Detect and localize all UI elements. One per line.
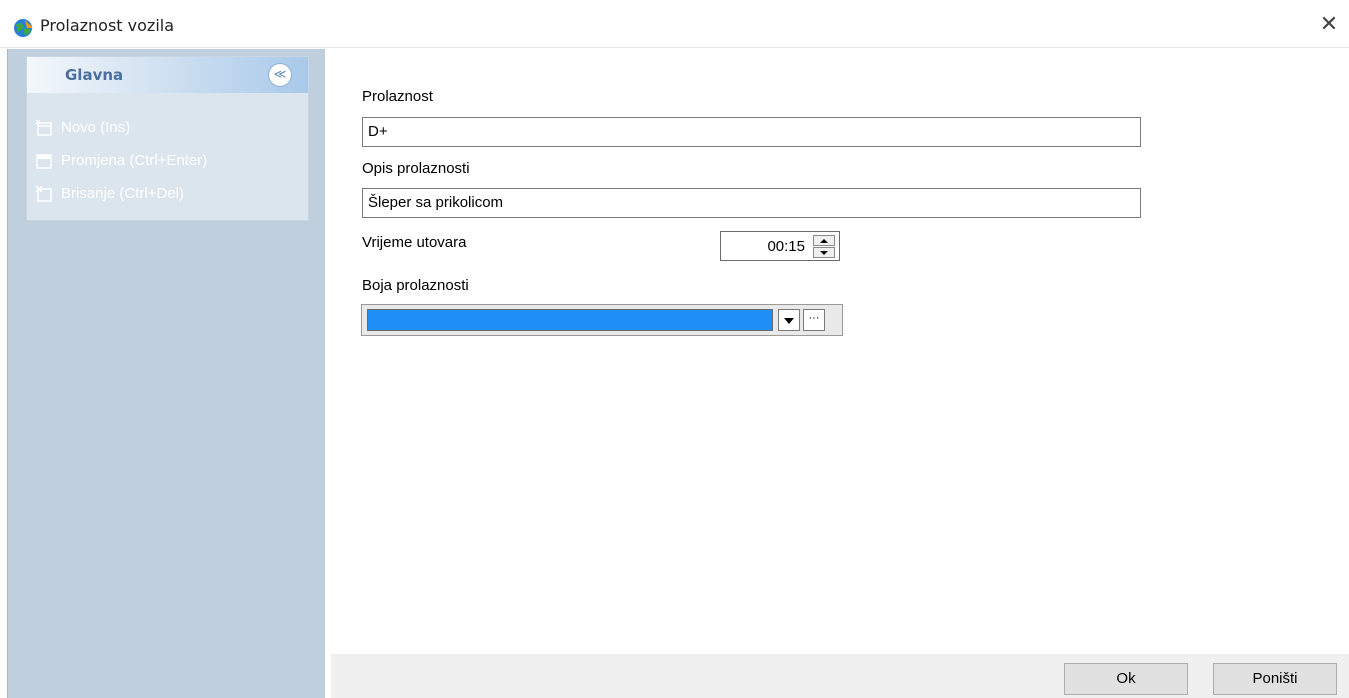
vrijeme-label: Vrijeme utovara	[362, 234, 467, 251]
task-group-header[interactable]: Glavna ≪	[27, 57, 308, 93]
title-bar: Prolaznost vozila ✕	[0, 0, 1349, 48]
task-item-label: Brisanje (Ctrl+Del)	[61, 185, 184, 202]
collapse-button[interactable]: ≪	[268, 63, 292, 87]
color-more-button[interactable]: ···	[803, 309, 825, 331]
chevron-up-icon: ≪	[273, 67, 287, 81]
opis-label: Opis prolaznosti	[362, 160, 470, 177]
vrijeme-time-spinner[interactable]: 00:15	[720, 231, 840, 261]
prolaznost-input[interactable]: D+	[362, 117, 1141, 147]
task-item-label: Promjena (Ctrl+Enter)	[61, 152, 208, 169]
button-bar: Ok Poništi	[331, 654, 1349, 698]
task-pane: Glavna ≪ Novo (Ins) Promjena (Ctrl+Enter…	[7, 49, 325, 698]
spin-up-button[interactable]	[813, 235, 835, 246]
color-swatch[interactable]	[367, 309, 773, 331]
close-icon: ✕	[1319, 12, 1339, 37]
opis-input[interactable]: Šleper sa prikolicom	[362, 188, 1141, 218]
window-title: Prolaznost vozila	[40, 16, 175, 35]
edit-record-icon	[36, 154, 52, 169]
task-group-glavna: Glavna ≪ Novo (Ins) Promjena (Ctrl+Enter…	[26, 56, 309, 221]
app-globe-icon	[14, 19, 33, 37]
task-item-label: Novo (Ins)	[61, 119, 131, 136]
spin-down-button[interactable]	[813, 247, 835, 258]
color-dropdown-button[interactable]	[778, 309, 800, 331]
delete-record-icon	[35, 185, 52, 202]
close-button[interactable]: ✕	[1309, 8, 1349, 42]
prolaznost-label: Prolaznost	[362, 88, 433, 105]
chevron-down-icon	[784, 318, 794, 324]
task-group-title: Glavna	[65, 66, 124, 84]
boja-color-picker[interactable]: ···	[361, 304, 843, 336]
boja-label: Boja prolaznosti	[362, 277, 469, 294]
ok-button[interactable]: Ok	[1064, 663, 1188, 695]
new-record-icon	[35, 119, 52, 136]
vrijeme-value[interactable]: 00:15	[767, 238, 805, 255]
cancel-button[interactable]: Poništi	[1213, 663, 1337, 695]
arrow-down-icon	[820, 251, 828, 255]
arrow-up-icon	[820, 239, 828, 243]
